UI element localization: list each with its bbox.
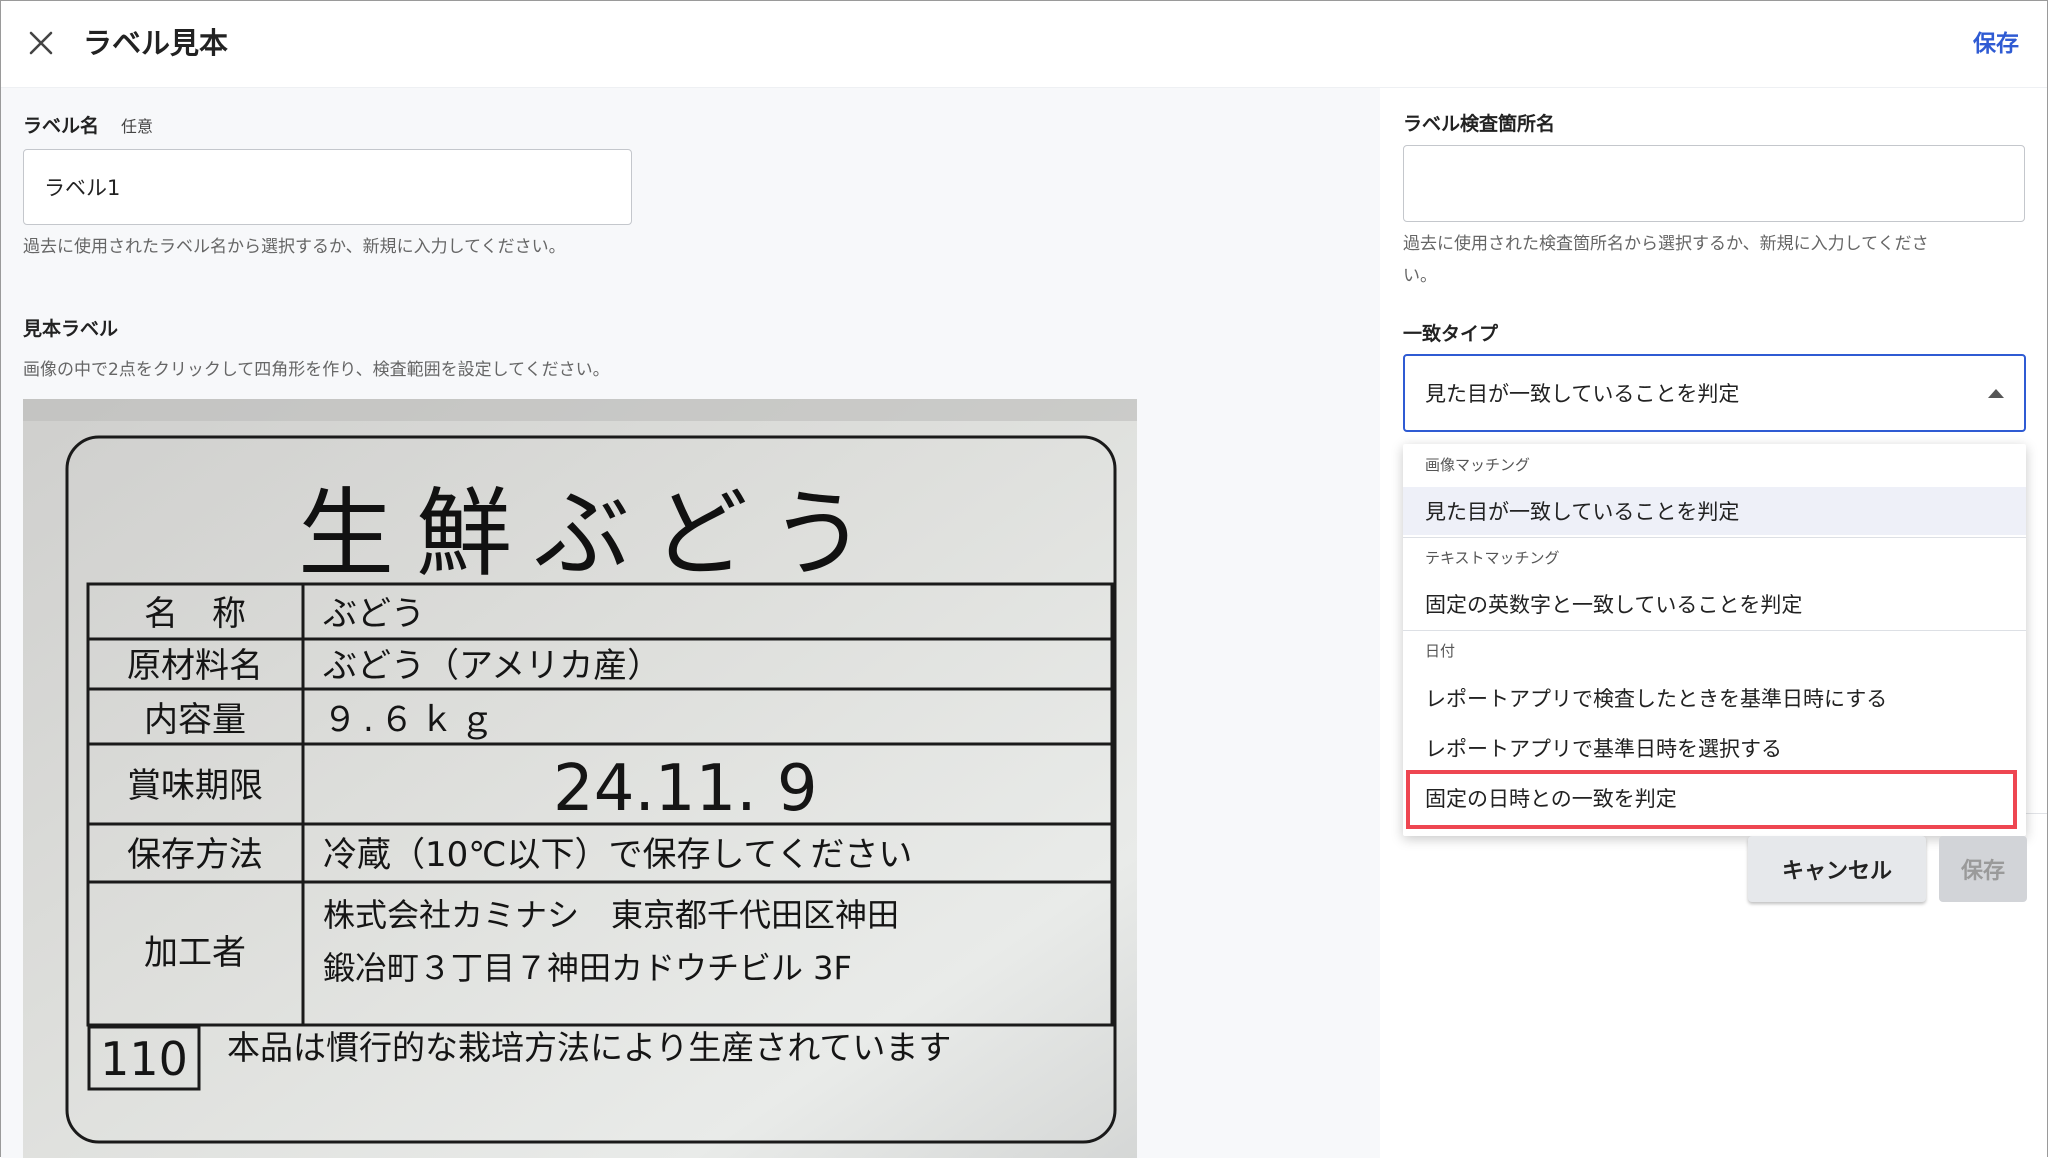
row-value-best-before: 24.11. 9: [553, 752, 818, 826]
page-title: ラベル見本: [83, 26, 229, 60]
optional-tag: 任意: [121, 117, 154, 136]
label-heading: 生鮮ぶどう: [298, 478, 888, 590]
cancel-button[interactable]: キャンセル: [1748, 836, 1926, 902]
location-name-label: ラベル検査箇所名: [1403, 113, 1556, 135]
option-fixed-alnum-match[interactable]: 固定の英数字と一致していることを判定: [1403, 580, 2026, 628]
sample-label-help: 画像の中で2点をクリックして四角形を作り、検査範囲を設定してください。: [23, 360, 610, 380]
row-value-ingredients: ぶどう（アメリカ産）: [323, 646, 661, 686]
row-key-processor: 加工者: [144, 933, 246, 973]
divider: [1403, 537, 2026, 538]
row-value-processor-line2: 鍛冶町３丁目７神田カドウチビル 3F: [323, 949, 852, 987]
sample-label-heading: 見本ラベル: [23, 318, 119, 340]
group-label-date: 日付: [1425, 642, 1456, 660]
location-name-help-line1: 過去に使用された検査箇所名から選択するか、新規に入力してくださ: [1403, 234, 1929, 254]
header-bar: ラベル見本 保存: [1, 1, 2047, 88]
close-icon[interactable]: [23, 25, 59, 61]
label-name-input[interactable]: ラベル1: [23, 149, 632, 225]
match-type-label: 一致タイプ: [1403, 323, 1499, 345]
location-name-help-line2: い。: [1403, 266, 1437, 286]
group-label-image-matching: 画像マッチング: [1425, 456, 1531, 474]
divider: [1403, 630, 2026, 631]
sample-label-image[interactable]: 生鮮ぶどう 名 称 ぶどう 原材料名 ぶどう（アメリカ産） 内容量 ９.６ｋｇ …: [23, 399, 1137, 1158]
row-key-best-before: 賞味期限: [127, 766, 263, 806]
save-button[interactable]: 保存: [1939, 836, 2027, 902]
paper-shadow: [23, 399, 1137, 421]
row-key-quantity: 内容量: [144, 700, 246, 740]
row-value-storage: 冷蔵（10℃以下）で保存してください: [323, 835, 912, 875]
row-key-ingredients: 原材料名: [127, 646, 263, 686]
label-name-help: 過去に使用されたラベル名から選択するか、新規に入力してください。: [23, 237, 566, 257]
option-date-inspection-time[interactable]: レポートアプリで検査したときを基準日時にする: [1403, 674, 2026, 722]
option-visual-match[interactable]: 見た目が一致していることを判定: [1403, 487, 2026, 535]
option-date-select-base[interactable]: レポートアプリで基準日時を選択する: [1403, 724, 2026, 772]
match-type-select[interactable]: 見た目が一致していることを判定: [1403, 354, 2026, 432]
match-type-selected-value: 見た目が一致していることを判定: [1425, 382, 1740, 406]
label-name-label: ラベル名 任意: [23, 115, 154, 137]
group-label-text-matching: テキストマッチング: [1425, 549, 1560, 567]
location-name-input[interactable]: [1403, 145, 2025, 222]
caret-up-icon: [1988, 389, 2004, 398]
label-name-value: ラベル1: [44, 176, 121, 200]
row-value-name: ぶどう: [323, 594, 425, 634]
row-key-name: 名 称: [144, 594, 246, 634]
number-box-value: 110: [100, 1032, 188, 1086]
highlight-annotation: [1406, 770, 2017, 829]
footer-note: 本品は慣行的な栽培方法により生産されています: [227, 1028, 951, 1067]
row-key-storage: 保存方法: [127, 835, 263, 875]
row-value-quantity: ９.６ｋｇ: [323, 700, 500, 740]
header-save-button[interactable]: 保存: [1973, 25, 2019, 63]
row-value-processor-line1: 株式会社カミナシ 東京都千代田区神田: [323, 896, 899, 934]
